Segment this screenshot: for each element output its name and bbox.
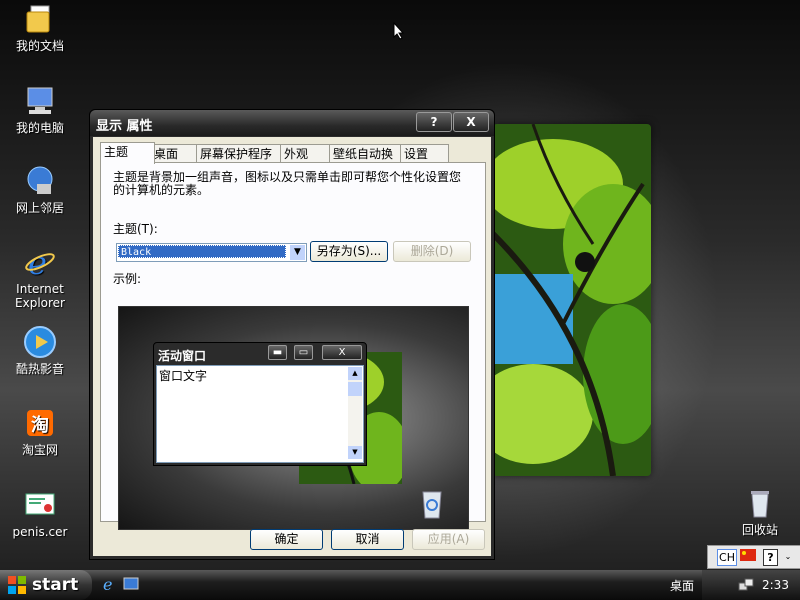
desktop-icon-recycle-bin[interactable]: 回收站 xyxy=(720,486,800,537)
display-properties-dialog: 显示 属性 ? X 主题 桌面 屏幕保护程序 外观 壁纸自动换 设置 主题是背景… xyxy=(89,109,495,560)
wallpaper-leaf-photo xyxy=(493,124,651,476)
maximize-icon: ▭ xyxy=(294,345,313,360)
theme-preview: 活动窗口 ▬ ▭ X 窗口文字 ▲ ▼ xyxy=(118,306,469,530)
desktop-icon-label: 酷热影音 xyxy=(15,362,64,376)
svg-text:e: e xyxy=(103,576,112,592)
desktop-icon-label: 回收站 xyxy=(741,523,778,537)
language-indicator[interactable]: CH xyxy=(717,549,737,566)
start-label: start xyxy=(32,575,79,595)
desktop-icon-taobao[interactable]: 淘 淘宝网 xyxy=(0,406,80,457)
desktop-icon-my-computer[interactable]: 我的电脑 xyxy=(0,84,80,135)
tab-screensaver[interactable]: 屏幕保护程序 xyxy=(196,144,285,163)
desktop-icon-my-documents[interactable]: 我的文档 xyxy=(0,2,80,53)
delete-button[interactable]: 删除(D) xyxy=(393,241,471,262)
desktop-icon-certificate[interactable]: penis.cer xyxy=(0,488,80,539)
language-bar-options-icon[interactable]: ⌄ xyxy=(783,549,793,564)
network-places-icon xyxy=(23,164,57,198)
start-button[interactable]: start xyxy=(0,570,92,600)
desktop-icon-network-places[interactable]: 网上邻居 xyxy=(0,164,80,215)
internet-explorer-icon: e xyxy=(23,244,57,282)
dialog-body: 主题 桌面 屏幕保护程序 外观 壁纸自动换 设置 主题是背景加一组声音，图标以及… xyxy=(93,137,491,556)
desktop-icon-label: 我的电脑 xyxy=(15,121,64,135)
chinese-flag-icon[interactable] xyxy=(740,549,756,564)
language-bar: CH ? ⌄ xyxy=(707,545,800,569)
theme-select[interactable]: Black ▼ xyxy=(116,243,307,262)
desktop-toolbar-label[interactable]: 桌面 xyxy=(670,577,694,594)
clock[interactable]: 2:33 xyxy=(762,578,789,592)
desktop-icon-label: 网上邻居 xyxy=(15,201,64,215)
my-computer-icon xyxy=(23,84,57,118)
tab-desktop[interactable]: 桌面 xyxy=(150,144,199,163)
preview-window-text: 窗口文字 xyxy=(159,369,208,383)
close-icon: X xyxy=(322,345,362,360)
apply-button[interactable]: 应用(A) xyxy=(412,529,485,550)
recycle-bin-icon xyxy=(743,486,777,520)
windows-logo-icon xyxy=(8,576,26,597)
desktop-icon-media-player[interactable]: 酷热影音 xyxy=(0,325,80,376)
theme-label: 主题(T): xyxy=(113,222,158,236)
sample-label: 示例: xyxy=(113,272,142,286)
themes-panel: 主题是背景加一组声音，图标以及只需单击即可帮您个性化设置您的计算机的元素。 主题… xyxy=(100,162,486,530)
desktop-icon-label: penis.cer xyxy=(12,525,68,539)
dialog-title: 显示 属性 xyxy=(96,119,153,134)
dialog-title-bar[interactable]: 显示 属性 ? X xyxy=(90,110,494,136)
scroll-up-icon: ▲ xyxy=(348,367,362,380)
chevron-down-icon[interactable]: ▼ xyxy=(290,245,305,260)
preview-recycle-bin-icon xyxy=(419,487,445,519)
taobao-icon: 淘 xyxy=(23,406,57,440)
tab-wallpaper-changer[interactable]: 壁纸自动换 xyxy=(329,144,404,163)
close-button[interactable]: X xyxy=(453,112,489,132)
preview-scrollbar: ▲ ▼ xyxy=(348,367,362,459)
system-tray: 2:33 xyxy=(702,570,800,600)
svg-text:淘: 淘 xyxy=(31,414,49,436)
desktop-icon-label: Internet Explorer xyxy=(15,282,65,310)
preview-window-body: 窗口文字 ▲ ▼ xyxy=(156,365,364,463)
tab-settings[interactable]: 设置 xyxy=(400,144,449,163)
certificate-file-icon xyxy=(23,488,57,522)
desktop-icon-label: 我的文档 xyxy=(15,39,64,53)
desktop-icon-internet-explorer[interactable]: e Internet Explorer xyxy=(0,244,80,310)
minimize-icon: ▬ xyxy=(268,345,287,360)
tab-themes[interactable]: 主题 xyxy=(100,142,155,164)
desktop-icon-label: 淘宝网 xyxy=(21,443,58,457)
ok-button[interactable]: 确定 xyxy=(250,529,323,550)
taskbar: start e 桌面 » 2:33 xyxy=(0,570,800,600)
cancel-button[interactable]: 取消 xyxy=(331,529,404,550)
help-button[interactable]: ? xyxy=(416,112,452,132)
tab-appearance[interactable]: 外观 xyxy=(280,144,331,163)
language-help-button[interactable]: ? xyxy=(763,549,778,566)
scroll-down-icon: ▼ xyxy=(348,446,362,459)
save-as-button[interactable]: 另存为(S)... xyxy=(310,241,388,262)
network-connection-icon[interactable] xyxy=(738,577,754,593)
preview-window-title: 活动窗口 xyxy=(158,349,207,363)
preview-active-window: 活动窗口 ▬ ▭ X 窗口文字 ▲ ▼ xyxy=(153,342,367,466)
scroll-thumb xyxy=(348,382,362,396)
theme-description: 主题是背景加一组声音，图标以及只需单击即可帮您个性化设置您的计算机的元素。 xyxy=(113,170,462,197)
quicklaunch-show-desktop-icon[interactable] xyxy=(123,576,139,592)
theme-select-value: Black xyxy=(118,245,286,258)
media-player-icon xyxy=(23,325,57,359)
mouse-cursor-icon xyxy=(393,21,405,43)
my-documents-icon xyxy=(23,2,57,36)
quicklaunch-internet-explorer-icon[interactable]: e xyxy=(101,575,117,594)
